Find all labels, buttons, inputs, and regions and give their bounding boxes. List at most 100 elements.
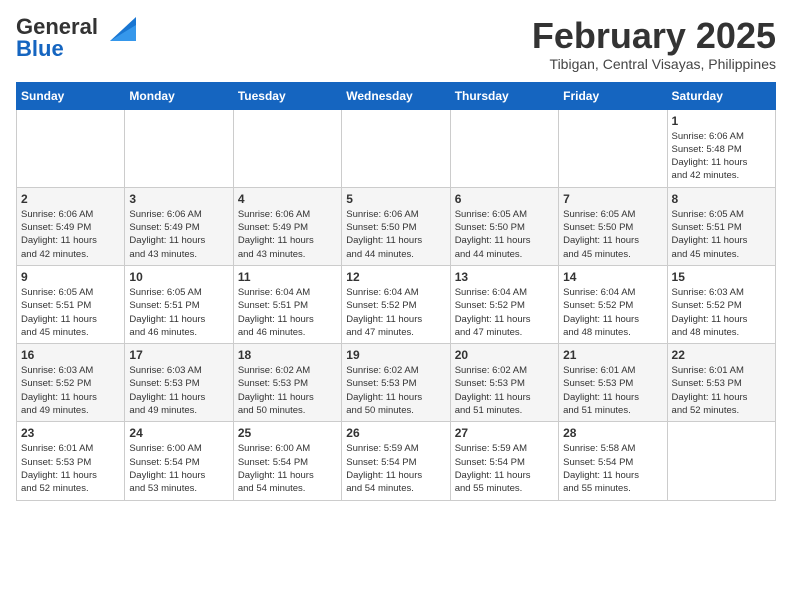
day-number: 22 — [672, 348, 771, 362]
calendar-cell: 8 Sunrise: 6:05 AM Sunset: 5:51 PM Daylig… — [667, 187, 775, 265]
calendar-cell: 28 Sunrise: 5:58 AM Sunset: 5:54 PM Dayli… — [559, 422, 667, 500]
calendar-cell — [450, 109, 558, 187]
day-number: 4 — [238, 192, 337, 206]
weekday-header-saturday: Saturday — [667, 82, 775, 109]
calendar-cell: 27 Sunrise: 5:59 AM Sunset: 5:54 PM Dayli… — [450, 422, 558, 500]
day-info: Sunrise: 6:06 AM Sunset: 5:49 PM Dayligh… — [238, 208, 337, 261]
day-info: Sunrise: 6:04 AM Sunset: 5:52 PM Dayligh… — [346, 286, 445, 339]
calendar-cell: 22Sunrise: 6:01 AM Sunset: 5:53 PM Dayli… — [667, 344, 775, 422]
day-info: Sunrise: 6:00 AM Sunset: 5:54 PM Dayligh… — [129, 442, 228, 495]
calendar-cell: 26Sunrise: 5:59 AM Sunset: 5:54 PM Dayli… — [342, 422, 450, 500]
day-info: Sunrise: 6:03 AM Sunset: 5:53 PM Dayligh… — [129, 364, 228, 417]
day-number: 11 — [238, 270, 337, 284]
day-number: 13 — [455, 270, 554, 284]
day-info: Sunrise: 5:59 AM Sunset: 5:54 PM Dayligh… — [455, 442, 554, 495]
day-number: 6 — [455, 192, 554, 206]
page-header: General Blue February 2025 Tibigan, Cent… — [16, 16, 776, 72]
day-number: 7 — [563, 192, 662, 206]
calendar-cell: 13 Sunrise: 6:04 AM Sunset: 5:52 PM Dayli… — [450, 265, 558, 343]
calendar-cell — [559, 109, 667, 187]
weekday-header-sunday: Sunday — [17, 82, 125, 109]
day-info: Sunrise: 6:04 AM Sunset: 5:52 PM Dayligh… — [563, 286, 662, 339]
calendar-cell: 19 Sunrise: 6:02 AM Sunset: 5:53 PM Dayli… — [342, 344, 450, 422]
logo-icon — [100, 17, 136, 45]
day-number: 26 — [346, 426, 445, 440]
calendar-cell: 12 Sunrise: 6:04 AM Sunset: 5:52 PM Dayli… — [342, 265, 450, 343]
day-info: Sunrise: 6:04 AM Sunset: 5:52 PM Dayligh… — [455, 286, 554, 339]
calendar-cell: 11 Sunrise: 6:04 AM Sunset: 5:51 PM Dayli… — [233, 265, 341, 343]
day-info: Sunrise: 6:02 AM Sunset: 5:53 PM Dayligh… — [455, 364, 554, 417]
weekday-header-row: SundayMondayTuesdayWednesdayThursdayFrid… — [17, 82, 776, 109]
day-info: Sunrise: 6:01 AM Sunset: 5:53 PM Dayligh… — [563, 364, 662, 417]
day-number: 3 — [129, 192, 228, 206]
calendar-cell: 17 Sunrise: 6:03 AM Sunset: 5:53 PM Dayli… — [125, 344, 233, 422]
calendar-cell: 9Sunrise: 6:05 AM Sunset: 5:51 PM Daylig… — [17, 265, 125, 343]
day-number: 20 — [455, 348, 554, 362]
calendar-cell: 1 Sunrise: 6:06 AM Sunset: 5:48 PM Daylig… — [667, 109, 775, 187]
weekday-header-tuesday: Tuesday — [233, 82, 341, 109]
day-number: 17 — [129, 348, 228, 362]
day-info: Sunrise: 6:05 AM Sunset: 5:50 PM Dayligh… — [563, 208, 662, 261]
calendar-cell: 7 Sunrise: 6:05 AM Sunset: 5:50 PM Daylig… — [559, 187, 667, 265]
calendar-cell: 6 Sunrise: 6:05 AM Sunset: 5:50 PM Daylig… — [450, 187, 558, 265]
day-info: Sunrise: 6:03 AM Sunset: 5:52 PM Dayligh… — [672, 286, 771, 339]
day-number: 28 — [563, 426, 662, 440]
location: Tibigan, Central Visayas, Philippines — [532, 56, 776, 72]
calendar-cell: 5Sunrise: 6:06 AM Sunset: 5:50 PM Daylig… — [342, 187, 450, 265]
calendar-cell: 2 Sunrise: 6:06 AM Sunset: 5:49 PM Daylig… — [17, 187, 125, 265]
day-number: 25 — [238, 426, 337, 440]
day-number: 1 — [672, 114, 771, 128]
calendar-week-2: 9Sunrise: 6:05 AM Sunset: 5:51 PM Daylig… — [17, 265, 776, 343]
calendar-week-3: 16 Sunrise: 6:03 AM Sunset: 5:52 PM Dayli… — [17, 344, 776, 422]
calendar-cell — [125, 109, 233, 187]
day-info: Sunrise: 6:04 AM Sunset: 5:51 PM Dayligh… — [238, 286, 337, 339]
day-number: 18 — [238, 348, 337, 362]
day-info: Sunrise: 6:06 AM Sunset: 5:48 PM Dayligh… — [672, 130, 771, 183]
calendar-cell: 14 Sunrise: 6:04 AM Sunset: 5:52 PM Dayli… — [559, 265, 667, 343]
calendar-cell: 24Sunrise: 6:00 AM Sunset: 5:54 PM Dayli… — [125, 422, 233, 500]
day-info: Sunrise: 6:01 AM Sunset: 5:53 PM Dayligh… — [21, 442, 120, 495]
calendar-cell — [17, 109, 125, 187]
calendar-table: SundayMondayTuesdayWednesdayThursdayFrid… — [16, 82, 776, 501]
day-info: Sunrise: 5:58 AM Sunset: 5:54 PM Dayligh… — [563, 442, 662, 495]
day-number: 27 — [455, 426, 554, 440]
calendar-cell: 18 Sunrise: 6:02 AM Sunset: 5:53 PM Dayli… — [233, 344, 341, 422]
day-info: Sunrise: 6:05 AM Sunset: 5:51 PM Dayligh… — [21, 286, 120, 339]
day-number: 12 — [346, 270, 445, 284]
day-info: Sunrise: 6:06 AM Sunset: 5:49 PM Dayligh… — [129, 208, 228, 261]
day-number: 16 — [21, 348, 120, 362]
calendar-cell: 4 Sunrise: 6:06 AM Sunset: 5:49 PM Daylig… — [233, 187, 341, 265]
day-number: 14 — [563, 270, 662, 284]
calendar-cell: 16 Sunrise: 6:03 AM Sunset: 5:52 PM Dayli… — [17, 344, 125, 422]
day-info: Sunrise: 6:02 AM Sunset: 5:53 PM Dayligh… — [346, 364, 445, 417]
day-info: Sunrise: 6:06 AM Sunset: 5:49 PM Dayligh… — [21, 208, 120, 261]
weekday-header-monday: Monday — [125, 82, 233, 109]
day-info: Sunrise: 6:03 AM Sunset: 5:52 PM Dayligh… — [21, 364, 120, 417]
day-number: 15 — [672, 270, 771, 284]
calendar-cell: 23 Sunrise: 6:01 AM Sunset: 5:53 PM Dayli… — [17, 422, 125, 500]
day-info: Sunrise: 6:00 AM Sunset: 5:54 PM Dayligh… — [238, 442, 337, 495]
month-title: February 2025 — [532, 16, 776, 56]
day-info: Sunrise: 6:05 AM Sunset: 5:51 PM Dayligh… — [129, 286, 228, 339]
weekday-header-friday: Friday — [559, 82, 667, 109]
logo: General Blue — [16, 16, 136, 60]
calendar-week-0: 1 Sunrise: 6:06 AM Sunset: 5:48 PM Daylig… — [17, 109, 776, 187]
calendar-week-1: 2 Sunrise: 6:06 AM Sunset: 5:49 PM Daylig… — [17, 187, 776, 265]
day-number: 8 — [672, 192, 771, 206]
day-info: Sunrise: 6:02 AM Sunset: 5:53 PM Dayligh… — [238, 364, 337, 417]
calendar-week-4: 23 Sunrise: 6:01 AM Sunset: 5:53 PM Dayli… — [17, 422, 776, 500]
calendar-cell: 21Sunrise: 6:01 AM Sunset: 5:53 PM Dayli… — [559, 344, 667, 422]
logo-blue: Blue — [16, 36, 64, 61]
calendar-cell — [342, 109, 450, 187]
day-number: 23 — [21, 426, 120, 440]
calendar-cell — [667, 422, 775, 500]
calendar-cell: 10Sunrise: 6:05 AM Sunset: 5:51 PM Dayli… — [125, 265, 233, 343]
title-block: February 2025 Tibigan, Central Visayas, … — [532, 16, 776, 72]
calendar-cell — [233, 109, 341, 187]
weekday-header-wednesday: Wednesday — [342, 82, 450, 109]
day-number: 2 — [21, 192, 120, 206]
day-info: Sunrise: 6:05 AM Sunset: 5:50 PM Dayligh… — [455, 208, 554, 261]
day-number: 19 — [346, 348, 445, 362]
day-info: Sunrise: 6:05 AM Sunset: 5:51 PM Dayligh… — [672, 208, 771, 261]
calendar-cell: 25 Sunrise: 6:00 AM Sunset: 5:54 PM Dayli… — [233, 422, 341, 500]
